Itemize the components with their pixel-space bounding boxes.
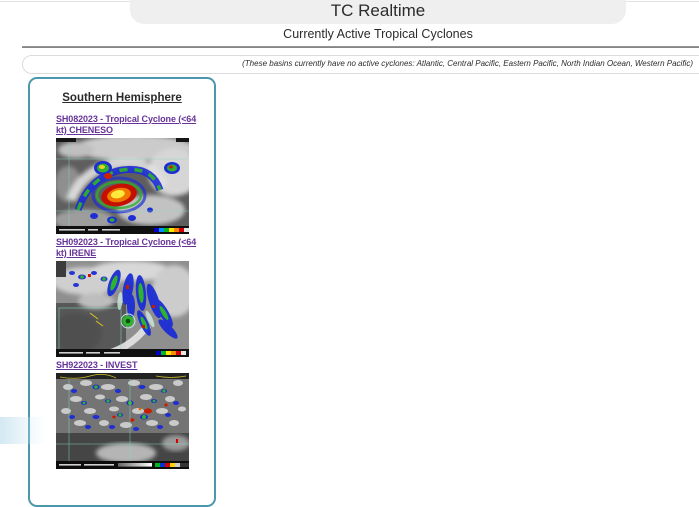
storm-link-sh922023[interactable]: SH922023 - INVEST <box>56 360 197 371</box>
storm-entry: SH082023 - Tropical Cyclone (<64 kt) CHE… <box>56 114 197 234</box>
page-subtitle: Currently Active Tropical Cyclones <box>130 27 626 41</box>
ir-satellite-image-cheneso[interactable] <box>56 138 189 234</box>
faded-edge-artifact <box>0 417 46 444</box>
ir-satellite-image-invest[interactable] <box>56 373 189 469</box>
inactive-basins-text: (These basins currently have no active c… <box>23 56 699 72</box>
inactive-basins-notice: (These basins currently have no active c… <box>22 55 699 74</box>
storm-link-sh092023[interactable]: SH092023 - Tropical Cyclone (<64 kt) IRE… <box>56 237 197 259</box>
ir-satellite-image-irene[interactable] <box>56 261 189 357</box>
storm-entry: SH092023 - Tropical Cyclone (<64 kt) IRE… <box>56 237 197 357</box>
storm-entry: SH922023 - INVEST <box>56 360 197 469</box>
page-title: TC Realtime <box>331 1 425 21</box>
header-divider <box>22 46 699 48</box>
page-title-box: TC Realtime <box>130 0 626 24</box>
southern-hemisphere-panel: Southern Hemisphere SH082023 - Tropical … <box>28 77 216 507</box>
storm-link-sh082023[interactable]: SH082023 - Tropical Cyclone (<64 kt) CHE… <box>56 114 197 136</box>
basin-title: Southern Hemisphere <box>30 92 214 104</box>
